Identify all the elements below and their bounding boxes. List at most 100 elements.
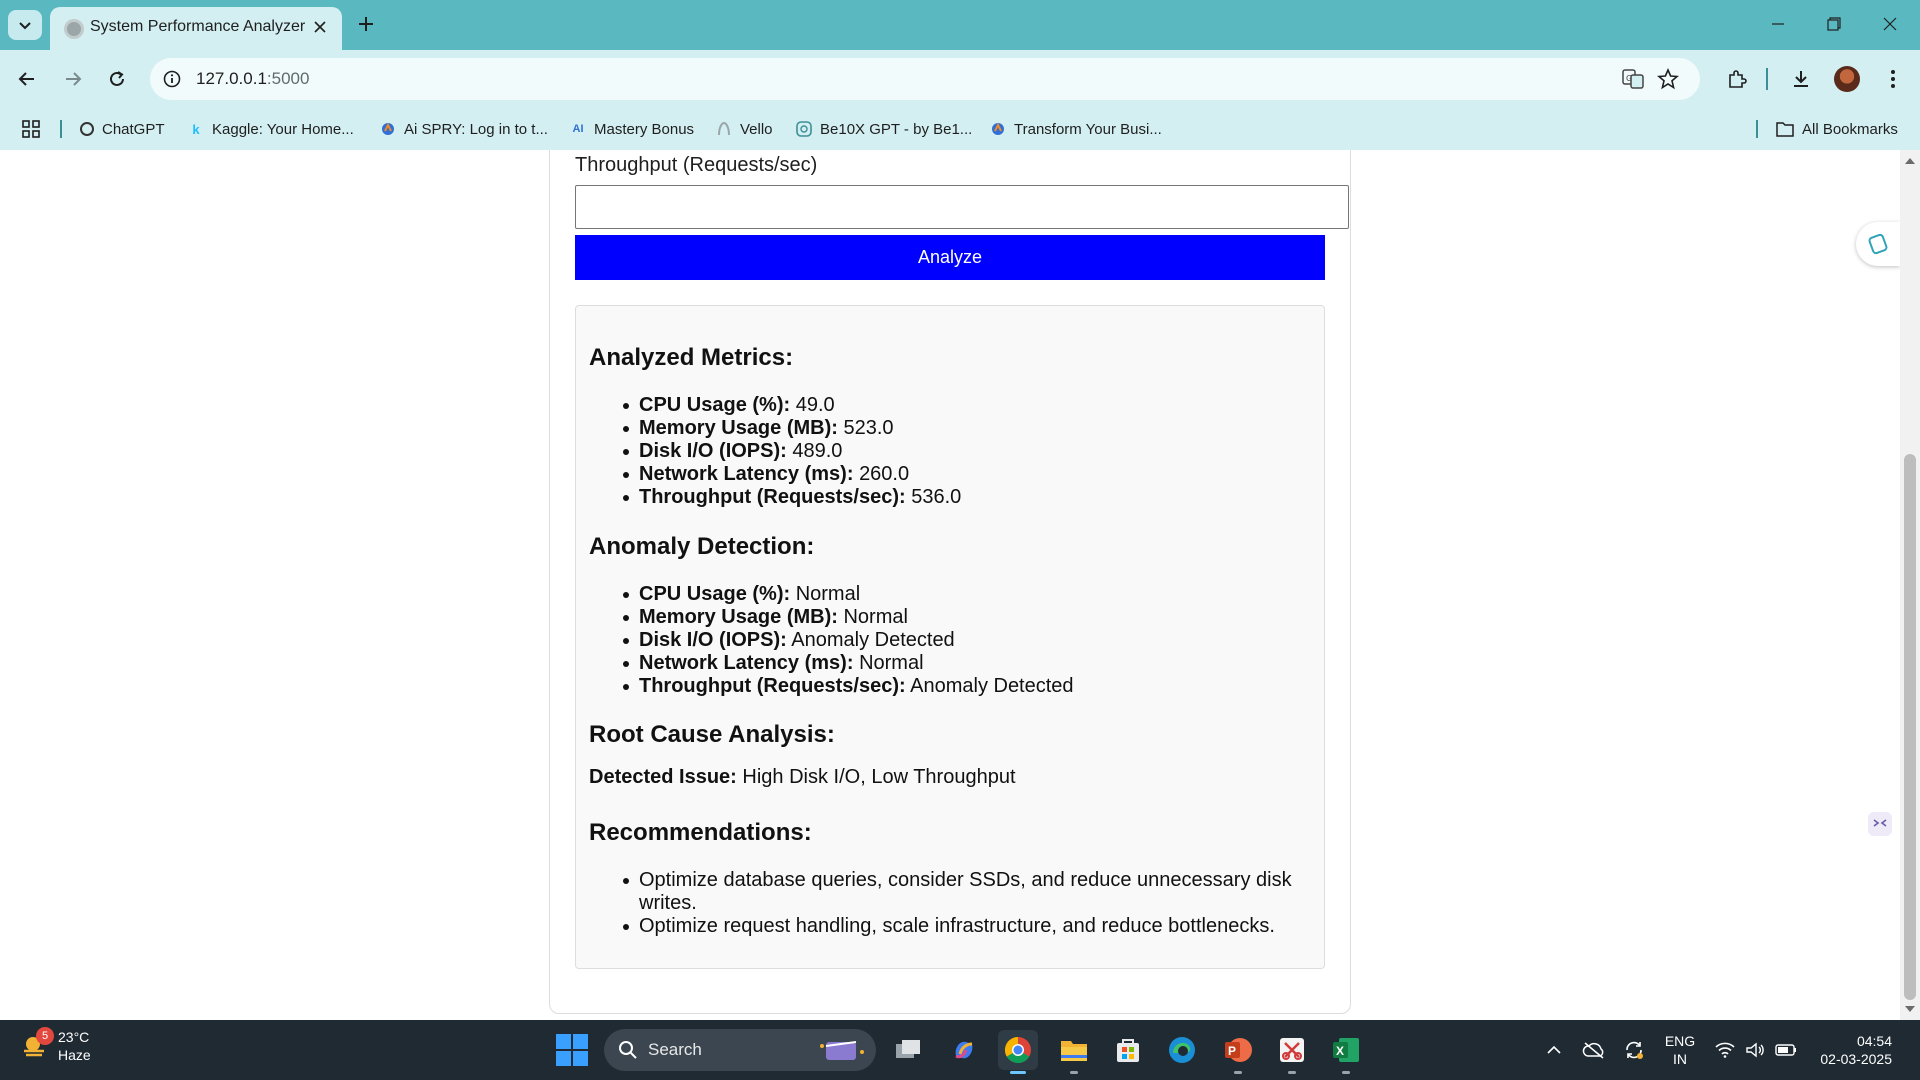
anomaly-name: CPU Usage (%): xyxy=(639,583,791,605)
apps-button[interactable] xyxy=(22,116,40,142)
back-button[interactable] xyxy=(10,62,44,96)
anomaly-item: Disk I/O (IOPS): Anomaly Detected xyxy=(623,629,1074,652)
metric-name: Disk I/O (IOPS): xyxy=(639,440,787,462)
site-info-button[interactable] xyxy=(160,67,184,91)
tab-search-button[interactable] xyxy=(8,10,42,40)
store-button[interactable] xyxy=(1108,1030,1148,1070)
taskbar-search[interactable]: Search xyxy=(604,1029,876,1071)
bookmark-kaggle[interactable]: k Kaggle: Your Home... xyxy=(188,116,354,142)
file-explorer-button[interactable] xyxy=(1054,1030,1094,1074)
extensions-button[interactable] xyxy=(1720,62,1754,96)
avatar-icon xyxy=(1834,66,1860,92)
arrow-left-icon xyxy=(18,72,34,86)
running-indicator xyxy=(1070,1071,1078,1074)
scroll-up-icon[interactable] xyxy=(1905,158,1915,164)
anomaly-heading: Anomaly Detection: xyxy=(589,533,815,560)
start-button[interactable] xyxy=(556,1034,588,1066)
weather-haze-icon: 5 xyxy=(20,1027,54,1061)
detected-issue: Detected Issue: High Disk I/O, Low Throu… xyxy=(589,766,1016,789)
anomaly-name: Disk I/O (IOPS): xyxy=(639,629,787,651)
weather-widget[interactable]: 5 23°C Haze xyxy=(20,1027,91,1064)
translate-icon[interactable]: G xyxy=(1622,68,1644,95)
windows-taskbar: 5 23°C Haze Search P X ENG IN 04:54 02-0… xyxy=(0,1020,1920,1080)
tab-close-button[interactable] xyxy=(308,15,332,39)
sidebar-extension-icon[interactable] xyxy=(1856,222,1900,266)
profile-avatar[interactable] xyxy=(1830,62,1864,96)
transform-icon xyxy=(990,121,1006,137)
copilot-button[interactable] xyxy=(944,1030,984,1070)
quick-settings-button[interactable] xyxy=(1714,1020,1798,1080)
code-panel-icon[interactable] xyxy=(1860,804,1900,844)
analyze-button[interactable]: Analyze xyxy=(575,235,1325,280)
detected-issue-label: Detected Issue: xyxy=(589,766,737,788)
metric-item: Throughput (Requests/sec): 536.0 xyxy=(622,486,961,509)
more-vert-icon xyxy=(1891,70,1895,88)
scrollbar-thumb[interactable] xyxy=(1904,454,1916,1000)
anomaly-value: Normal xyxy=(795,583,861,605)
bookmark-vello[interactable]: Vello xyxy=(716,116,773,142)
metric-name: Memory Usage (MB): xyxy=(639,417,838,439)
onedrive-button[interactable] xyxy=(1578,1020,1610,1080)
chatgpt-icon xyxy=(80,122,94,136)
bookmark-chatgpt[interactable]: ChatGPT xyxy=(80,116,165,142)
reload-icon xyxy=(110,71,124,86)
restore-button[interactable] xyxy=(1814,10,1854,38)
chevron-up-icon xyxy=(1547,1045,1561,1054)
recommendations-list: Optimize database queries, consider SSDs… xyxy=(623,869,1299,938)
search-label: Search xyxy=(648,1040,702,1059)
bookmark-star-icon[interactable] xyxy=(1657,67,1679,95)
scroll-down-icon[interactable] xyxy=(1905,1006,1915,1012)
new-tab-button[interactable] xyxy=(352,10,380,38)
all-bookmarks-button[interactable]: All Bookmarks xyxy=(1776,116,1898,142)
throughput-input[interactable] xyxy=(575,185,1349,229)
anomaly-item: CPU Usage (%): Normal xyxy=(623,583,1074,606)
task-view-button[interactable] xyxy=(888,1030,928,1070)
chrome-taskbar-button[interactable] xyxy=(998,1030,1038,1074)
search-highlight-icon xyxy=(820,1041,864,1060)
tab-active[interactable]: System Performance Analyzer xyxy=(50,7,342,50)
anomaly-item: Throughput (Requests/sec): Anomaly Detec… xyxy=(623,675,1074,698)
page-scrollbar[interactable] xyxy=(1900,150,1920,1020)
taskbar-clock[interactable]: 04:54 02-03-2025 xyxy=(1808,1032,1892,1068)
bookmarks-divider xyxy=(1756,120,1758,138)
weather-badge: 5 xyxy=(36,1027,54,1045)
reload-button[interactable] xyxy=(100,62,134,96)
show-hidden-icons-button[interactable] xyxy=(1540,1020,1568,1080)
metric-name: CPU Usage (%): xyxy=(639,394,791,416)
windows-logo-tile xyxy=(556,1051,571,1066)
bookmark-label: ChatGPT xyxy=(102,120,165,138)
sync-button[interactable] xyxy=(1618,1020,1650,1080)
powerpoint-button[interactable]: P xyxy=(1218,1030,1258,1074)
minimize-icon xyxy=(1772,23,1784,25)
bookmark-label: Kaggle: Your Home... xyxy=(212,120,354,138)
excel-button[interactable]: X xyxy=(1326,1030,1366,1074)
forward-button[interactable] xyxy=(56,62,90,96)
detected-issue-value: High Disk I/O, Low Throughput xyxy=(742,766,1016,788)
search-icon xyxy=(619,1041,637,1059)
address-bar[interactable]: 127.0.0.1:5000 G xyxy=(150,58,1700,100)
anomaly-name: Throughput (Requests/sec): xyxy=(639,675,906,697)
language-indicator[interactable]: ENG IN xyxy=(1660,1020,1700,1080)
windows-logo-icon xyxy=(556,1034,571,1049)
metric-item: Memory Usage (MB): 523.0 xyxy=(622,417,961,440)
anomaly-value: Normal xyxy=(859,652,924,674)
edge-button[interactable] xyxy=(1162,1030,1202,1070)
minimize-button[interactable] xyxy=(1758,10,1798,38)
metrics-list: CPU Usage (%): 49.0 Memory Usage (MB): 5… xyxy=(622,394,961,509)
bookmark-mastery[interactable]: AI Mastery Bonus xyxy=(570,116,695,142)
menu-button[interactable] xyxy=(1876,62,1910,96)
downloads-button[interactable] xyxy=(1784,62,1818,96)
folder-icon xyxy=(1061,1041,1087,1061)
task-view-icon xyxy=(896,1040,920,1058)
weather-desc: Haze xyxy=(58,1047,91,1063)
close-window-button[interactable] xyxy=(1870,10,1910,38)
bookmark-aispry[interactable]: Ai SPRY: Log in to t... xyxy=(380,116,548,142)
cloud-off-icon xyxy=(1582,1042,1604,1059)
sync-icon xyxy=(1626,1041,1643,1059)
bookmark-transform[interactable]: Transform Your Busi... xyxy=(990,116,1162,142)
bookmark-be10x[interactable]: Be10X GPT - by Be1... xyxy=(796,116,972,142)
snipping-tool-button[interactable] xyxy=(1272,1030,1312,1074)
anomaly-value: Anomaly Detected xyxy=(791,629,955,651)
battery-icon xyxy=(1775,1044,1796,1056)
metric-value: 523.0 xyxy=(843,417,894,439)
